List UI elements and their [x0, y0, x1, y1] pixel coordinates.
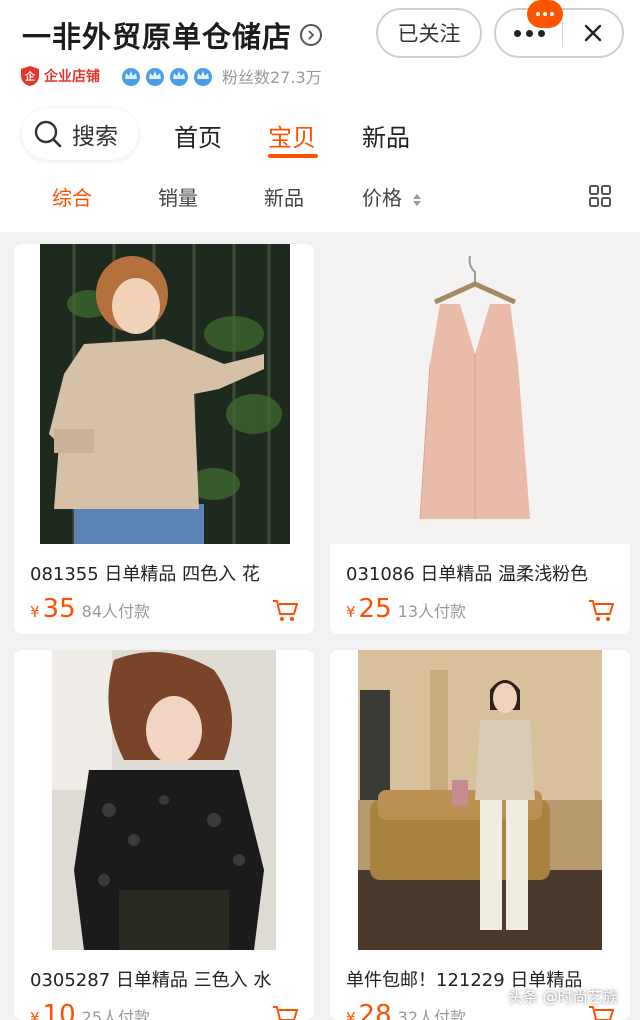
product-price: 10 — [42, 1000, 76, 1020]
sold-count: 32人付款 — [397, 1008, 467, 1020]
product-card[interactable]: 081355 日单精品 四色入 花 ¥ 35 84人付款 — [14, 244, 314, 634]
product-card[interactable]: 单件包邮！121229 日单精品 ¥ 28 32人付款 — [330, 650, 630, 1020]
cart-icon[interactable] — [588, 598, 614, 622]
product-image[interactable] — [330, 650, 630, 950]
product-image[interactable] — [14, 244, 314, 544]
product-card[interactable]: 0305287 日单精品 三色入 水 ¥ 10 25人付款 — [14, 650, 314, 1020]
dot-icon — [537, 29, 545, 37]
price-row: ¥ 28 32人付款 — [346, 1000, 466, 1020]
sort-price[interactable]: 价格 — [362, 182, 422, 211]
fans-count: 粉丝数27.3万 — [222, 68, 322, 87]
dot-icon — [550, 12, 554, 16]
search-icon — [34, 120, 62, 148]
close-button[interactable] — [563, 10, 622, 56]
close-icon — [584, 24, 601, 42]
cart-icon[interactable] — [272, 1004, 298, 1020]
svg-text:企: 企 — [24, 70, 36, 83]
search-button[interactable]: 搜索 — [22, 108, 138, 160]
enterprise-label: 企业店铺 — [44, 69, 100, 85]
crown-rating — [120, 65, 214, 87]
notification-badge[interactable] — [527, 0, 563, 28]
search-label: 搜索 — [72, 124, 118, 150]
product-card[interactable]: 031086 日单精品 温柔浅粉色 ¥ 25 13人付款 — [330, 244, 630, 634]
product-price: 25 — [358, 594, 392, 624]
product-title[interactable]: 081355 日单精品 四色入 花 — [30, 560, 310, 586]
active-tab-indicator — [268, 154, 318, 158]
sort-price-label: 价格 — [362, 186, 402, 210]
sold-count: 13人付款 — [397, 602, 467, 621]
product-price: 35 — [42, 594, 76, 624]
currency-symbol: ¥ — [30, 603, 40, 621]
grid-view-icon[interactable] — [588, 184, 612, 208]
product-price: 28 — [358, 1000, 392, 1020]
product-title[interactable]: 0305287 日单精品 三色入 水 — [30, 966, 310, 992]
enterprise-shield-icon: 企 — [21, 66, 39, 86]
dot-icon — [536, 12, 540, 16]
sort-comprehensive[interactable]: 综合 — [52, 182, 92, 211]
product-title[interactable]: 031086 日单精品 温柔浅粉色 — [346, 560, 626, 586]
product-image[interactable] — [330, 244, 630, 544]
shop-title-row[interactable]: 一非外贸原单仓储店 — [22, 14, 323, 56]
price-row: ¥ 10 25人付款 — [30, 1000, 150, 1020]
dot-icon — [513, 29, 521, 37]
cart-icon[interactable] — [272, 598, 298, 622]
tab-home[interactable]: 首页 — [174, 118, 222, 153]
follow-button[interactable]: 已关注 — [376, 8, 482, 58]
tab-items[interactable]: 宝贝 — [268, 118, 316, 153]
sort-arrows-icon — [413, 193, 422, 206]
price-row: ¥ 35 84人付款 — [30, 594, 150, 624]
sold-count: 84人付款 — [81, 602, 151, 621]
sort-sales[interactable]: 销量 — [158, 182, 198, 211]
shop-name[interactable]: 一非外贸原单仓储店 — [22, 14, 292, 56]
shop-badge-row: 企 企业店铺 粉丝数27.3万 — [20, 64, 322, 88]
currency-symbol: ¥ — [346, 1009, 356, 1020]
blue-crown-icon — [146, 68, 164, 86]
price-row: ¥ 25 13人付款 — [346, 594, 466, 624]
blue-crown-icon — [122, 68, 140, 86]
currency-symbol: ¥ — [346, 603, 356, 621]
blue-crown-icon — [170, 68, 188, 86]
sold-count: 25人付款 — [81, 1008, 151, 1020]
blue-crown-icon — [194, 68, 212, 86]
dot-icon — [525, 29, 533, 37]
watermark: 头条 @时尚艺族 — [508, 988, 618, 1006]
sort-new[interactable]: 新品 — [264, 182, 304, 211]
dot-icon — [543, 12, 547, 16]
chevron-right-icon[interactable] — [300, 24, 323, 46]
product-image[interactable] — [14, 650, 314, 950]
currency-symbol: ¥ — [30, 1009, 40, 1020]
tab-new-items[interactable]: 新品 — [362, 118, 410, 153]
shop-header: 一非外贸原单仓储店 已关注 企 企业店铺 粉丝数27.3万 搜索 首页 宝贝 新… — [0, 0, 640, 232]
